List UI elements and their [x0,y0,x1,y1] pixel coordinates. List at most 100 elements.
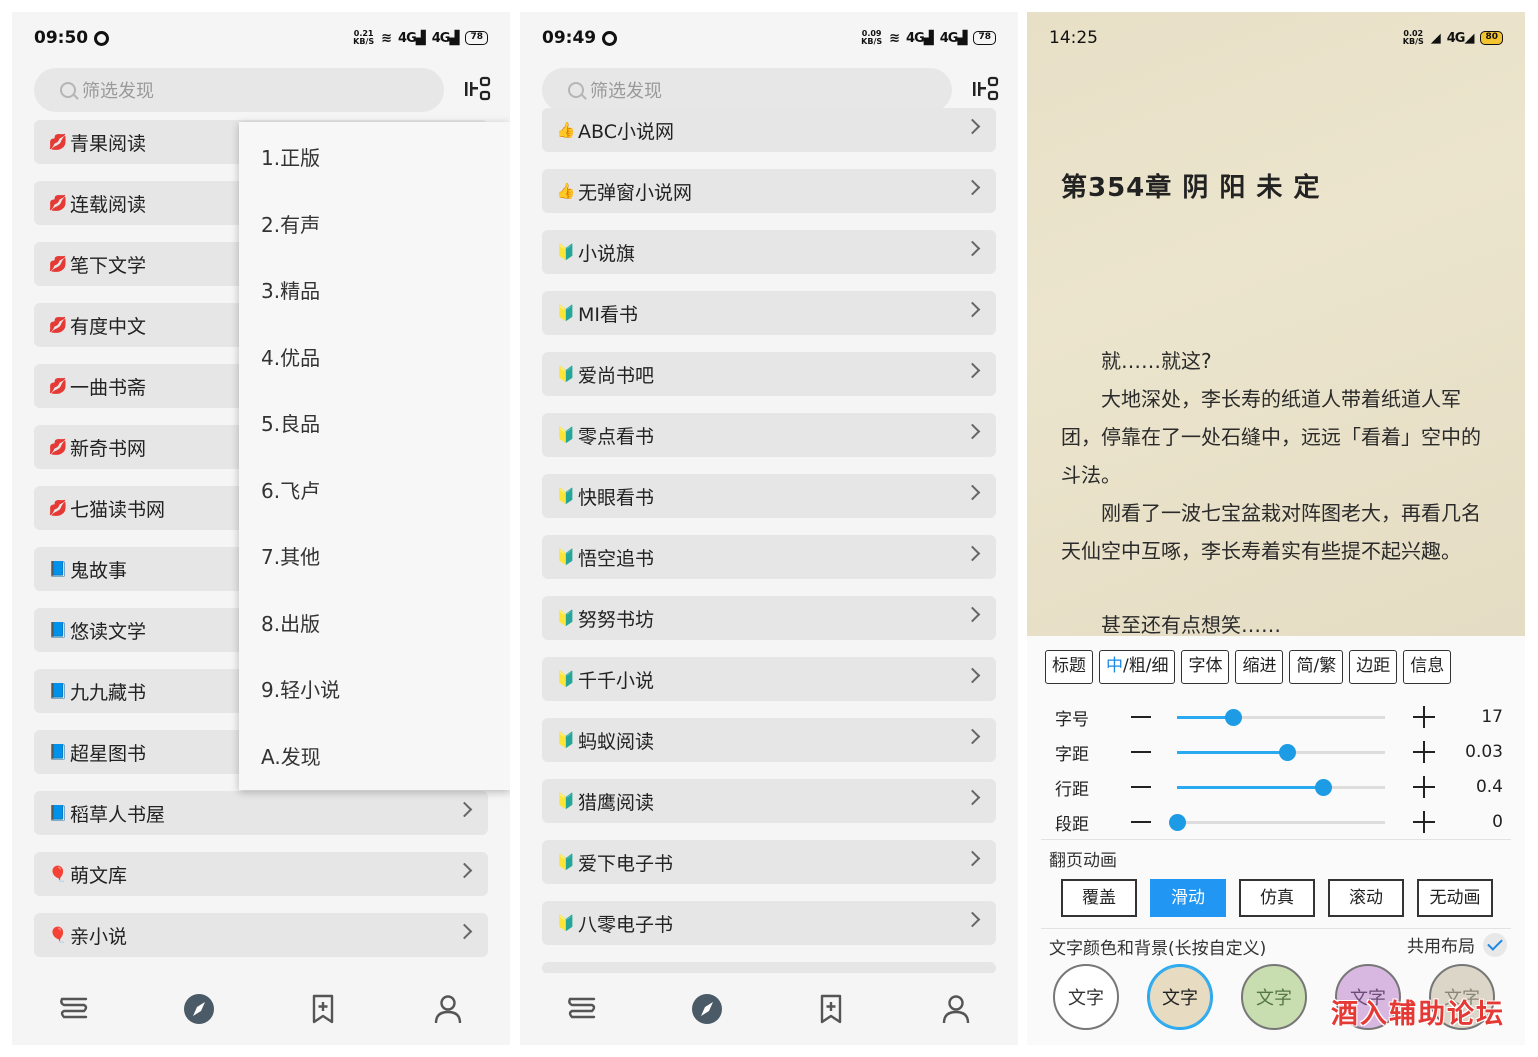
dropdown-item[interactable]: 6.飞卢 [261,475,320,504]
rss-subscribe-icon[interactable] [305,991,341,1027]
dropdown-item[interactable]: 2.有声 [261,209,320,238]
list-item[interactable]: 🔰 八零电子书 [542,901,996,945]
slider-track[interactable] [1169,813,1385,831]
profile-icon[interactable] [938,991,974,1027]
item-emoji-icon: 💋 [48,133,68,151]
font-button[interactable]: 字体 [1181,650,1230,684]
slider-track[interactable] [1177,743,1385,761]
group-filter-icon[interactable] [462,74,492,104]
info-button[interactable]: 信息 [1403,650,1452,684]
list-item[interactable]: 🔰 MI看书 [542,291,996,335]
color-theme-swatch[interactable]: 文字 [1241,964,1307,1030]
page-animation-option[interactable]: 无动画 [1417,879,1493,917]
list-item-label: 亲小说 [70,925,128,948]
signal-icon: 4G▟ [398,30,426,46]
slider-track[interactable] [1177,778,1385,796]
list-item[interactable]: 🔰 爱下电子书 [542,840,996,884]
dropdown-item[interactable]: 5.良品 [261,408,320,437]
item-emoji-icon: 🎈 [48,865,68,883]
chevron-right-icon [964,667,981,684]
item-emoji-icon: 💋 [48,194,68,212]
slider-thumb[interactable] [1279,743,1297,761]
slider-thumb[interactable] [1225,708,1243,726]
item-emoji-icon: 💋 [48,499,68,517]
search-input[interactable]: 筛选发现 [542,68,952,112]
font-weight-button[interactable]: 中/粗/细 [1099,650,1176,684]
list-item[interactable]: 🔰 猎鹰阅读 [542,779,996,823]
bookshelf-icon[interactable] [56,991,92,1027]
plus-icon[interactable] [1413,776,1435,798]
list-item[interactable]: 📘 稻草人书屋 [34,791,488,835]
slider-thumb[interactable] [1169,813,1186,831]
profile-icon[interactable] [430,991,466,1027]
list-item-label: 无弹窗小说网 [578,181,693,204]
item-emoji-icon: 🎈 [48,926,68,944]
list-item[interactable]: 🔰 爱尚书吧 [542,352,996,396]
dropdown-item[interactable]: A.发现 [261,741,321,770]
color-theme-swatch[interactable]: 文字 [1053,964,1119,1030]
list-item[interactable]: 🔰 努努书坊 [542,596,996,640]
list-item[interactable]: 🔰 小说旗 [542,230,996,274]
list-item[interactable]: 👍 ABC小说网 [542,108,996,152]
indent-button[interactable]: 缩进 [1235,650,1284,684]
list-item-label: 连载阅读 [70,193,147,216]
item-emoji-icon: 🔰 [556,548,576,566]
margin-button[interactable]: 边距 [1349,650,1398,684]
dropdown-item[interactable]: 3.精品 [261,275,320,304]
list-item-label: 悟空追书 [578,547,655,570]
bottom-nav [520,973,1018,1045]
slider-thumb[interactable] [1314,778,1332,796]
chevron-right-icon [964,240,981,257]
shared-layout-toggle[interactable]: 共用布局 [1407,932,1507,957]
reader-page[interactable]: 14:25 0.02 KB/S ◢ 4G◢ 80 第354章 阴 阳 未 定 就…… [1027,12,1525,636]
font-weight-rest: /粗/细 [1123,656,1169,676]
minus-icon[interactable] [1131,751,1151,753]
color-theme-swatch[interactable]: 文字 [1147,964,1213,1030]
search-input[interactable]: 筛选发现 [34,68,444,112]
dropdown-item[interactable]: 7.其他 [261,541,320,570]
plus-icon[interactable] [1413,706,1435,728]
page-animation-option[interactable]: 滚动 [1328,879,1404,917]
item-emoji-icon: 🔰 [556,914,576,932]
dropdown-item[interactable]: 8.出版 [261,608,320,637]
chevron-right-icon [964,484,981,501]
list-item[interactable]: 🎈 萌文库 [34,852,488,896]
list-item[interactable]: 🔰 悟空追书 [542,535,996,579]
minus-icon[interactable] [1131,821,1151,823]
battery-icon: 80 [1480,31,1503,45]
list-item[interactable]: 👍 无弹窗小说网 [542,169,996,213]
bookshelf-icon[interactable] [564,991,600,1027]
dropdown-item[interactable]: 1.正版 [261,142,320,171]
item-emoji-icon: 🔰 [556,670,576,688]
list-item[interactable]: 🔰 千千小说 [542,657,996,701]
discover-icon[interactable] [181,991,217,1027]
title-style-button[interactable]: 标题 [1045,650,1093,684]
minus-icon[interactable] [1131,716,1151,718]
page-animation-option[interactable]: 覆盖 [1061,879,1137,917]
bottom-nav [12,973,510,1045]
rss-subscribe-icon[interactable] [813,991,849,1027]
status-bar: 09:49 0.09 KB/S ≋ 4G▟ 4G▟ 78 [520,12,1018,64]
simplified-traditional-button[interactable]: 简/繁 [1289,650,1344,684]
slider-track[interactable] [1177,708,1385,726]
dropdown-item[interactable]: 9.轻小说 [261,674,340,703]
status-indicators: 0.21 KB/S ≋ 4G▟ 4G▟ 78 [353,30,488,46]
list-item[interactable]: 🎈 亲小说 [34,913,488,957]
network-type: 4G [398,30,417,46]
minus-icon[interactable] [1131,786,1151,788]
plus-icon[interactable] [1413,811,1435,833]
color-theme-label: 文字颜色和背景(长按自定义) [1049,939,1267,959]
list-item[interactable]: 🔰 蚂蚁阅读 [542,718,996,762]
slider-fill [1177,785,1323,789]
chevron-right-icon [964,850,981,867]
page-animation-option[interactable]: 仿真 [1239,879,1315,917]
plus-icon[interactable] [1413,741,1435,763]
list-item[interactable]: 🔰 快眼看书 [542,474,996,518]
page-animation-option[interactable]: 滑动 [1150,879,1226,917]
list-item-label: 稻草人书屋 [70,803,166,826]
group-filter-icon[interactable] [970,74,1000,104]
list-item[interactable]: 🔰 零点看书 [542,413,996,457]
discover-icon[interactable] [689,991,725,1027]
list-item-label: 九九藏书 [70,681,147,704]
dropdown-item[interactable]: 4.优品 [261,342,320,371]
